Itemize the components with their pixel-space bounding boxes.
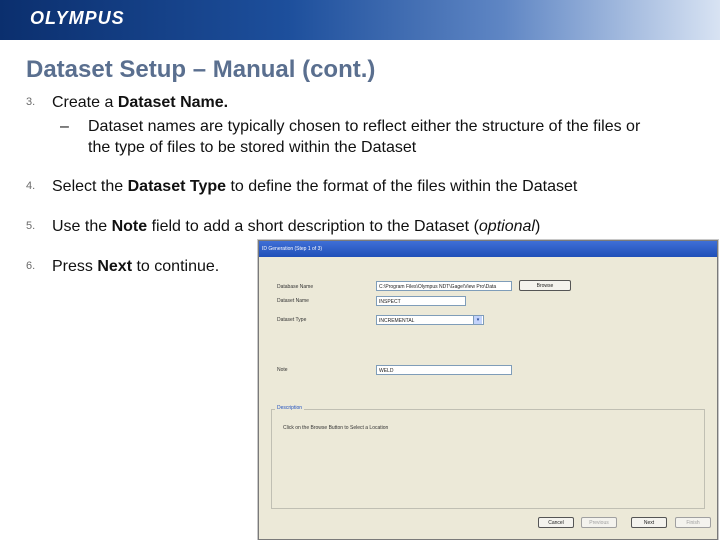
item-text-part: Press (52, 258, 98, 275)
finish-button[interactable]: Finish (675, 517, 711, 528)
item-text-italic: optional (478, 218, 535, 235)
item-number: 5. (26, 220, 36, 232)
header-bar: OLYMPUS (0, 0, 720, 40)
sub-dash: – (60, 118, 69, 135)
item-text-part: Create a (52, 94, 118, 111)
item-text-bold: Dataset Name. (117, 94, 229, 111)
description-group (271, 409, 705, 509)
item-text: Create a Dataset Name. (52, 92, 692, 114)
next-button[interactable]: Next (631, 517, 667, 528)
item-text: Use the Note field to add a short descri… (52, 216, 692, 238)
item-number: 6. (26, 260, 36, 272)
dialog-title-bar: ID Generation (Step 1 of 3) (259, 241, 717, 257)
database-name-label: Database Name (277, 284, 314, 290)
chevron-down-icon[interactable]: ▾ (473, 316, 482, 324)
olympus-logo: OLYMPUS (30, 8, 125, 28)
item-number: 3. (26, 96, 36, 108)
id-generation-dialog: ID Generation (Step 1 of 3) Database Nam… (258, 240, 718, 540)
dataset-name-label: Dataset Name (277, 298, 309, 304)
browse-button[interactable]: Browse (519, 280, 571, 291)
sub-item-text: Dataset names are typically chosen to re… (88, 118, 641, 156)
header-decoration (200, 0, 700, 40)
slide-title: Dataset Setup – Manual (cont.) (26, 56, 376, 83)
item-text: Select the Dataset Type to define the fo… (52, 176, 692, 198)
database-name-field[interactable]: C:\Program Files\Olympus NDT\Gage\View P… (376, 281, 512, 291)
cancel-button[interactable]: Cancel (538, 517, 574, 528)
description-legend: Description (275, 405, 305, 411)
item-text-part: Use the (52, 218, 112, 235)
item-text-part: Select the (52, 178, 128, 195)
item-text-part: ) (534, 218, 541, 235)
previous-button[interactable]: Previous (581, 517, 617, 528)
dataset-type-select[interactable]: INCREMENTAL ▾ (376, 315, 484, 325)
dataset-type-value: INCREMENTAL (379, 318, 415, 324)
item-text-bold: Next (97, 258, 133, 275)
item-text-bold: Dataset Type (127, 178, 227, 195)
note-input[interactable]: WELD (376, 365, 512, 375)
description-text: Click on the Browse Button to Select a L… (283, 425, 389, 431)
item-text-part: field to add a short description to the … (147, 218, 479, 235)
item-number: 4. (26, 180, 36, 192)
dataset-name-input[interactable]: INSPECT (376, 296, 466, 306)
item-text-bold: Note (111, 218, 148, 235)
dialog-title: ID Generation (Step 1 of 3) (262, 246, 323, 252)
note-label: Note (277, 367, 288, 373)
dataset-type-label: Dataset Type (277, 317, 307, 323)
item-text-part: to continue. (132, 258, 220, 275)
item-text-part: to define the format of the files within… (226, 178, 578, 195)
